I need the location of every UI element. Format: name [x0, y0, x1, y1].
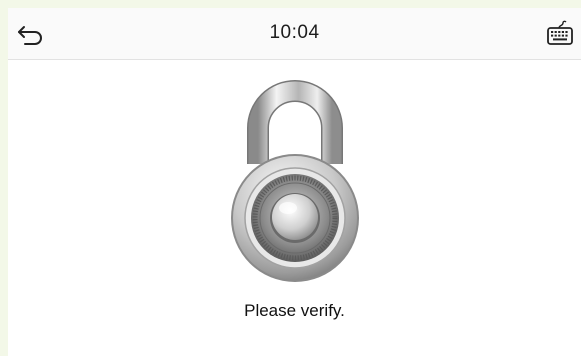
verify-prompt: Please verify.	[244, 301, 345, 320]
padlock-icon	[227, 80, 363, 284]
keyboard-icon	[547, 20, 573, 45]
top-bar: 10:04	[8, 8, 581, 60]
keyboard-button[interactable]	[545, 19, 575, 49]
clock: 10:04	[269, 22, 320, 43]
verification-screen: 10:04 Please verify.	[8, 8, 581, 356]
